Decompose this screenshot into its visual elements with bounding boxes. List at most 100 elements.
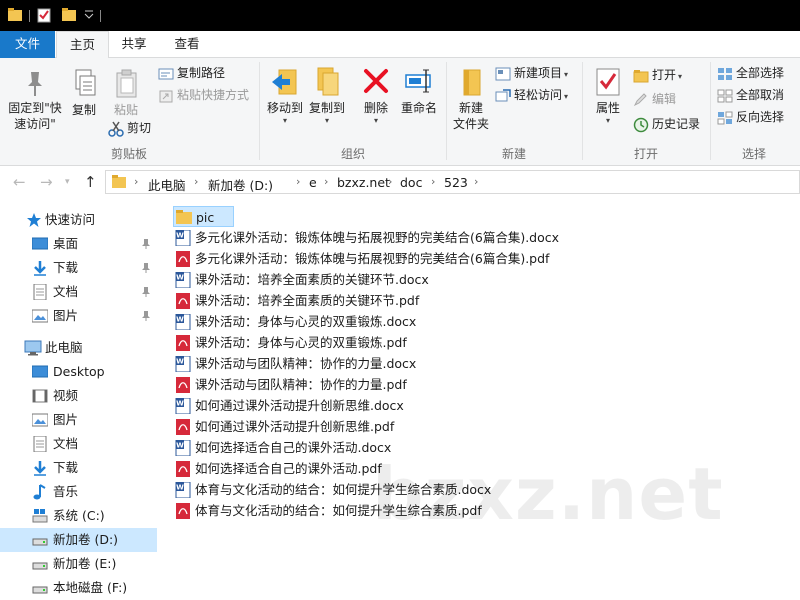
folder-icon[interactable] <box>8 8 22 22</box>
invert-selection-button[interactable]: 反向选择 <box>717 107 784 127</box>
breadcrumb-separator[interactable]: › <box>324 175 328 188</box>
rename-label: 重命名 <box>400 101 437 115</box>
back-arrow-icon[interactable]: ← <box>13 173 26 191</box>
music-note-icon <box>33 484 46 500</box>
nav-quick-desktop-label: 桌面 <box>53 236 79 251</box>
breadcrumb-separator[interactable]: › <box>474 175 478 188</box>
tab-share[interactable]: 共享 <box>112 31 156 58</box>
copy-label: 复制 <box>71 103 96 117</box>
nav-pc-documents[interactable]: 文档 <box>0 432 157 456</box>
edit-button[interactable]: 编辑 <box>633 89 676 109</box>
nav-quick-pictures[interactable]: 图片 <box>0 304 157 328</box>
breadcrumb-separator[interactable]: › <box>194 175 198 188</box>
open-folder-icon <box>633 69 649 82</box>
recent-locations-chevron-icon[interactable]: ▾ <box>65 177 70 187</box>
scissors-icon <box>108 121 124 137</box>
nav-quick-desktop[interactable]: 桌面 <box>0 232 157 256</box>
nav-pc-music[interactable]: 音乐 <box>0 480 157 504</box>
group-label-open: 打开 <box>633 147 658 161</box>
file-name: 如何选择适合自己的课外活动.docx <box>195 440 392 455</box>
pin-icon[interactable] <box>141 238 151 250</box>
new-item-button[interactable]: 新建项目 ▾ <box>495 63 568 83</box>
breadcrumb-doc[interactable]: doc <box>400 175 422 190</box>
nav-pc-drive-c[interactable]: 系统 (C:) <box>0 504 157 528</box>
nav-pc-drive-f[interactable]: 本地磁盘 (F:) <box>0 576 157 600</box>
file-name: 课外活动与团队精神：协作的力量.docx <box>195 356 417 371</box>
address-bar[interactable]: › 此电脑 › 新加卷 (D:) › e › bzxz.net › doc › … <box>105 170 800 194</box>
select-none-button[interactable]: 全部取消 <box>717 85 784 105</box>
up-arrow-icon[interactable]: ↑ <box>84 173 97 191</box>
nav-quick-access[interactable]: 快速访问 <box>0 208 157 232</box>
download-arrow-icon <box>34 261 46 276</box>
nav-pc-drive-d-label: 新加卷 (D:) <box>53 532 119 547</box>
breadcrumb-drive-d[interactable]: 新加卷 (D:) <box>208 175 273 194</box>
tab-view[interactable]: 查看 <box>165 31 209 58</box>
download-arrow-icon <box>34 461 46 476</box>
invert-selection-icon <box>717 111 733 124</box>
customize-toolbar-icon[interactable] <box>84 8 94 22</box>
pin-icon[interactable] <box>141 286 151 298</box>
new-folder-button[interactable]: 新建 文件夹 <box>451 66 491 132</box>
paste-button[interactable]: 粘贴 <box>108 68 144 118</box>
breadcrumb-e[interactable]: e <box>309 175 317 190</box>
new-folder-icon[interactable] <box>62 8 76 22</box>
open-label: 打开 <box>652 68 677 82</box>
nav-pc-drive-f-label: 本地磁盘 (F:) <box>53 580 128 595</box>
copy-path-button[interactable]: 复制路径 <box>158 63 225 83</box>
rename-button[interactable]: 重命名 <box>398 66 440 116</box>
breadcrumb-separator[interactable]: › <box>296 175 300 188</box>
delete-button[interactable]: 删除 ▾ <box>358 66 394 125</box>
tab-file[interactable]: 文件 <box>0 31 55 58</box>
file-name: 课外活动：身体与心灵的双重锻炼.pdf <box>195 335 407 350</box>
title-bar <box>0 0 800 31</box>
open-button[interactable]: 打开 ▾ <box>633 65 682 85</box>
word-doc-icon: W <box>175 356 191 372</box>
select-all-button[interactable]: 全部选择 <box>717 63 784 83</box>
video-icon <box>32 389 48 403</box>
nav-this-pc[interactable]: 此电脑 <box>0 336 157 360</box>
history-button[interactable]: 历史记录 <box>633 114 700 134</box>
copy-to-button[interactable]: 复制到 ▾ <box>306 66 348 125</box>
breadcrumb-this-pc[interactable]: 此电脑 <box>148 175 186 194</box>
breadcrumb-bzxz[interactable]: bzxz.net <box>337 175 390 190</box>
breadcrumb-523[interactable]: 523 <box>444 175 468 190</box>
pin-icon[interactable] <box>141 262 151 274</box>
nav-pc-videos[interactable]: 视频 <box>0 384 157 408</box>
paste-shortcut-icon <box>159 90 173 102</box>
nav-pc-documents-label: 文档 <box>53 436 79 451</box>
nav-pc-pictures[interactable]: 图片 <box>0 408 157 432</box>
breadcrumb-separator[interactable]: › <box>134 175 138 188</box>
nav-pc-drive-d[interactable]: 新加卷 (D:) <box>0 528 157 552</box>
paste-shortcut-button[interactable]: 粘贴快捷方式 <box>158 85 249 105</box>
nav-pc-music-label: 音乐 <box>53 484 79 499</box>
svg-text:W: W <box>176 316 184 324</box>
move-to-button[interactable]: 移动到 ▾ <box>264 66 306 125</box>
nav-quick-downloads[interactable]: 下载 <box>0 256 157 280</box>
cut-button[interactable]: 剪切 <box>108 118 151 138</box>
pin-icon[interactable] <box>141 310 151 322</box>
nav-quick-documents[interactable]: 文档 <box>0 280 157 304</box>
ribbon: 固定到"快 速访问" 复制 粘贴 复制路径 粘贴快捷方式 剪切 剪贴板 移动到 … <box>0 58 800 166</box>
pin-to-quick-access-button[interactable]: 固定到"快 速访问" <box>4 68 66 132</box>
copy-to-dropdown-caret: ▾ <box>324 116 329 125</box>
properties-icon[interactable] <box>37 8 51 23</box>
breadcrumb-separator[interactable]: › <box>388 175 392 188</box>
breadcrumb-separator[interactable]: › <box>431 175 435 188</box>
file-item-folder-pic[interactable]: pic <box>173 206 234 227</box>
move-to-label: 移动到 <box>266 101 303 115</box>
forward-arrow-icon[interactable]: → <box>40 173 53 191</box>
nav-pc-drive-e[interactable]: 新加卷 (E:) <box>0 552 157 576</box>
properties-button[interactable]: 属性 ▾ <box>588 66 628 125</box>
easy-access-button[interactable]: 轻松访问 ▾ <box>495 85 568 105</box>
nav-this-pc-label: 此电脑 <box>45 340 83 355</box>
nav-pc-desktop[interactable]: Desktop <box>0 360 157 384</box>
file-name: 如何通过课外活动提升创新思维.pdf <box>195 419 395 434</box>
paste-shortcut-label: 粘贴快捷方式 <box>177 88 250 102</box>
edit-label: 编辑 <box>652 92 677 106</box>
nav-pc-downloads[interactable]: 下载 <box>0 456 157 480</box>
copy-button[interactable]: 复制 <box>66 68 102 118</box>
watermark: bzxz.net <box>372 452 724 536</box>
tab-home[interactable]: 主页 <box>56 31 109 59</box>
cut-label: 剪切 <box>127 121 152 135</box>
word-doc-icon: W <box>175 482 191 498</box>
